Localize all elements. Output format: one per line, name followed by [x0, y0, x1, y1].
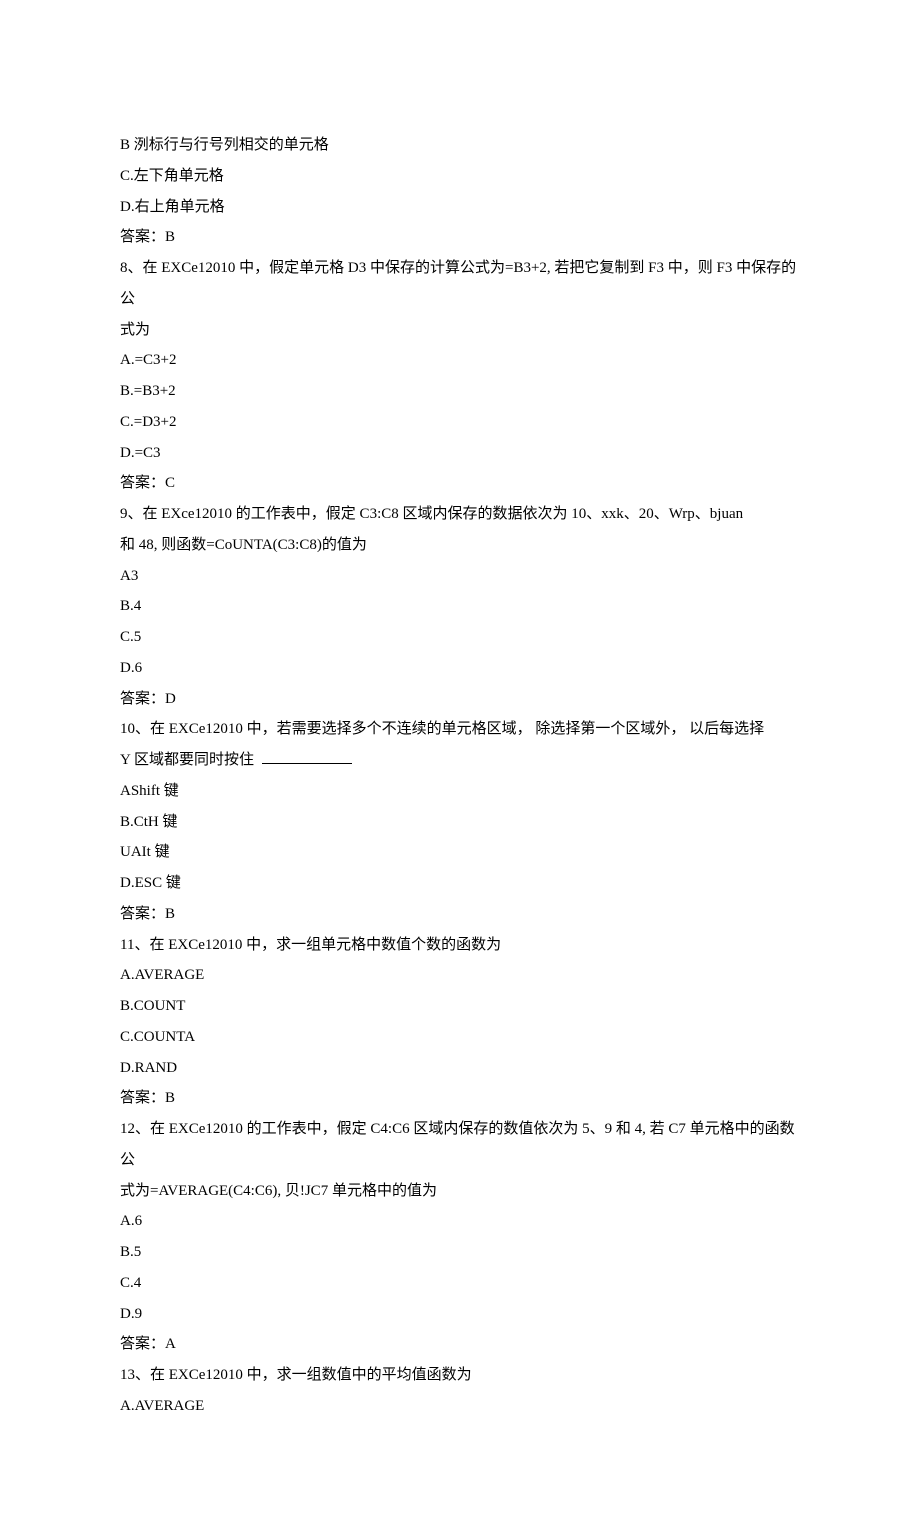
q11-option-a: A.AVERAGE: [120, 960, 800, 991]
q7-option-c: C.左下角单元格: [120, 161, 800, 192]
q9-option-c: C.5: [120, 622, 800, 653]
q9-option-a: A3: [120, 561, 800, 592]
q8-answer: 答案：C: [120, 468, 800, 499]
q12-answer: 答案：A: [120, 1329, 800, 1360]
q10-option-b: B.CtH 键: [120, 807, 800, 838]
q12-stem-line1: 12、在 EXCe12010 的工作表中，假定 C4:C6 区域内保存的数值依次…: [120, 1114, 800, 1176]
q9-option-d: D.6: [120, 653, 800, 684]
q10-option-a: AShift 键: [120, 776, 800, 807]
q11-option-d: D.RAND: [120, 1053, 800, 1084]
q12-option-b: B.5: [120, 1237, 800, 1268]
q12-option-a: A.6: [120, 1206, 800, 1237]
q9-option-b: B.4: [120, 591, 800, 622]
q8-option-a: A.=C3+2: [120, 345, 800, 376]
q8-stem-line2: 式为: [120, 315, 800, 346]
blank-underline: [262, 748, 352, 764]
q12-option-d: D.9: [120, 1299, 800, 1330]
q13-stem: 13、在 EXCe12010 中，求一组数值中的平均值函数为: [120, 1360, 800, 1391]
q11-option-c: C.COUNTA: [120, 1022, 800, 1053]
q10-stem-line1: 10、在 EXCe12010 中，若需要选择多个不连续的单元格区域， 除选择第一…: [120, 714, 800, 745]
q10-stem-line2: Y 区域都要同时按住: [120, 745, 800, 776]
q8-option-c: C.=D3+2: [120, 407, 800, 438]
q8-stem-line1: 8、在 EXCe12010 中，假定单元格 D3 中保存的计算公式为=B3+2,…: [120, 253, 800, 315]
q12-option-c: C.4: [120, 1268, 800, 1299]
q7-answer: 答案：B: [120, 222, 800, 253]
q10-option-c: UAIt 键: [120, 837, 800, 868]
q8-option-d: D.=C3: [120, 438, 800, 469]
q10-stem-line2-text: Y 区域都要同时按住: [120, 752, 258, 768]
q9-answer: 答案：D: [120, 684, 800, 715]
q11-answer: 答案：B: [120, 1083, 800, 1114]
q13-option-a: A.AVERAGE: [120, 1391, 800, 1422]
q7-option-d: D.右上角单元格: [120, 192, 800, 223]
q8-option-b: B.=B3+2: [120, 376, 800, 407]
q10-option-d: D.ESC 键: [120, 868, 800, 899]
q10-answer: 答案：B: [120, 899, 800, 930]
q11-option-b: B.COUNT: [120, 991, 800, 1022]
document-page: B 洌标行与行号列相交的单元格 C.左下角单元格 D.右上角单元格 答案：B 8…: [0, 0, 920, 1522]
q9-stem-line2: 和 48, 则函数=CoUNTA(C3:C8)的值为: [120, 530, 800, 561]
q9-stem-line1: 9、在 EXce12010 的工作表中，假定 C3:C8 区域内保存的数据依次为…: [120, 499, 800, 530]
q11-stem: 11、在 EXCe12010 中，求一组单元格中数值个数的函数为: [120, 930, 800, 961]
q7-option-b: B 洌标行与行号列相交的单元格: [120, 130, 800, 161]
q12-stem-line2: 式为=AVERAGE(C4:C6), 贝!JC7 单元格中的值为: [120, 1176, 800, 1207]
